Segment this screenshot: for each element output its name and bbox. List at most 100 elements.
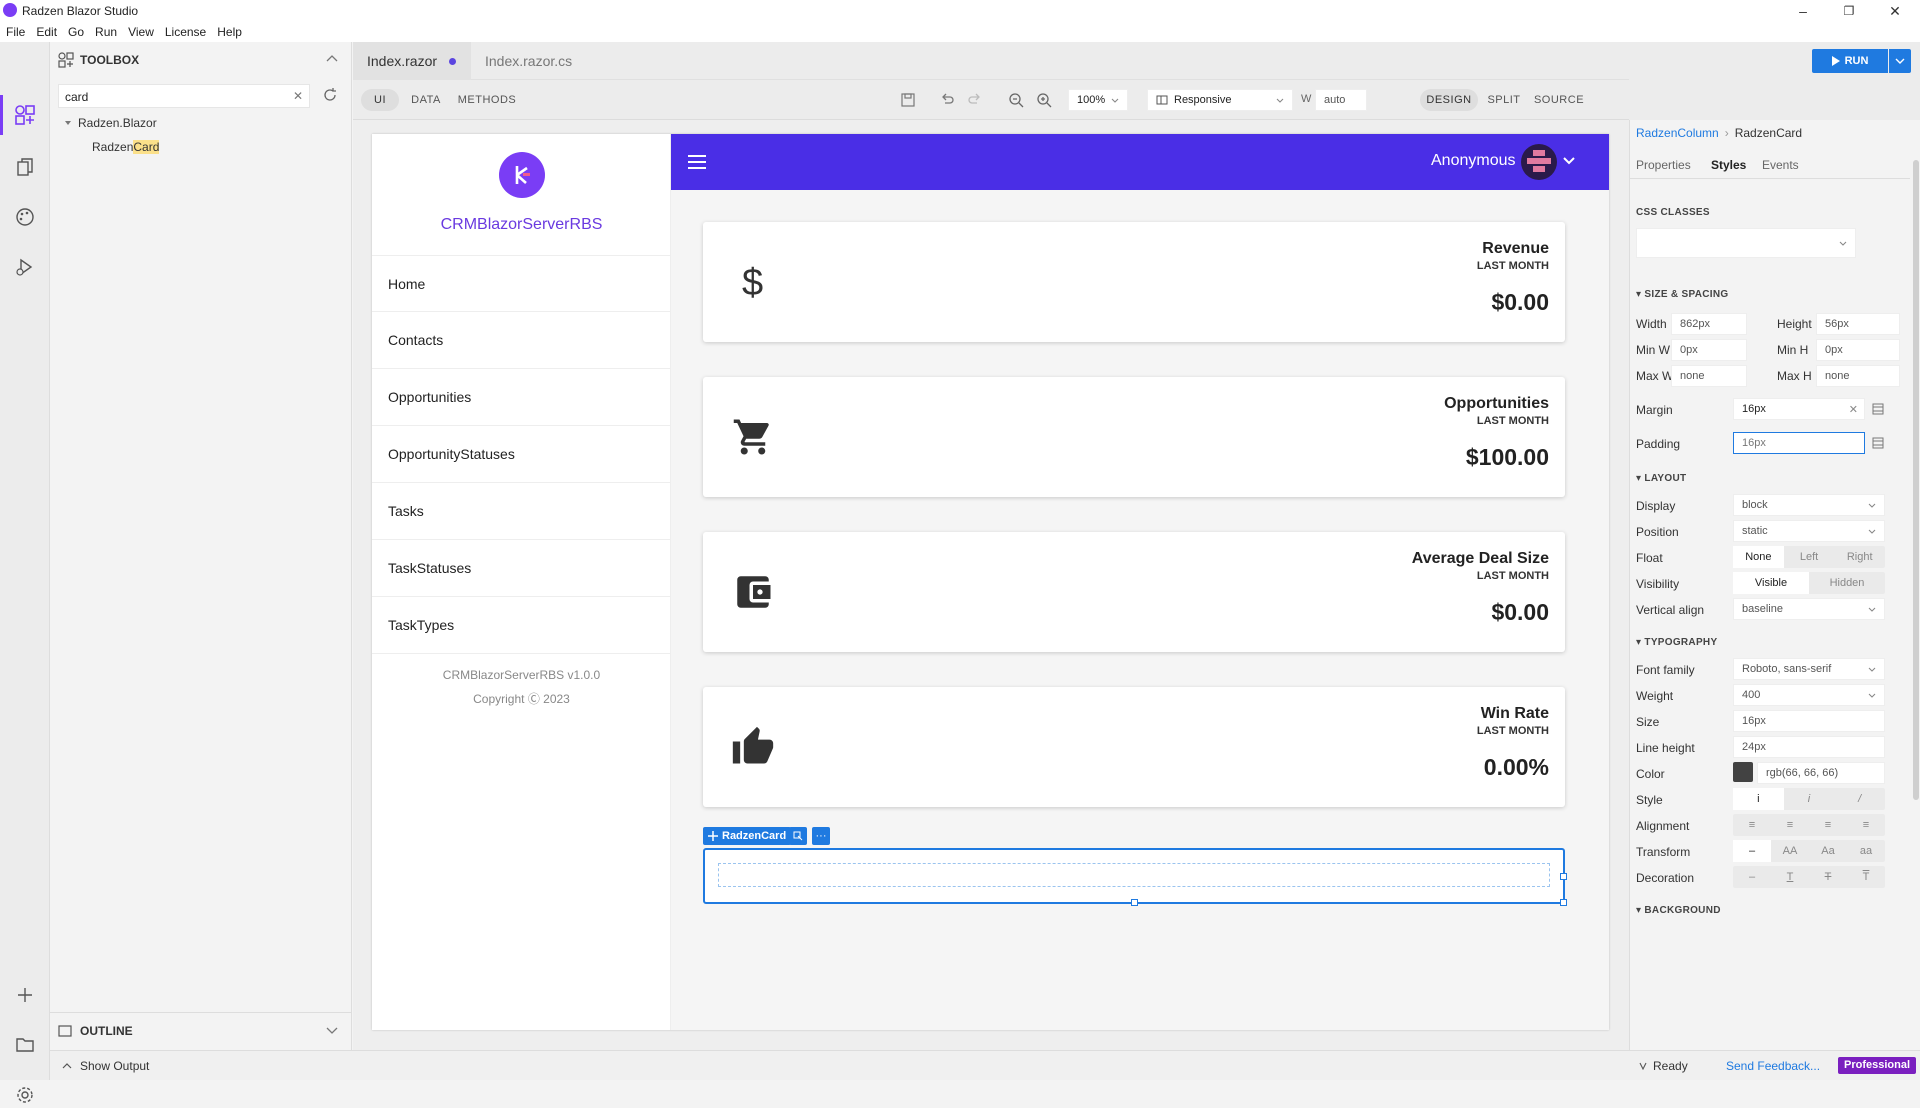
select-parent-icon[interactable] [789,827,807,845]
save-icon[interactable] [900,92,916,108]
font-family-select[interactable]: Roboto, sans-serif [1733,658,1885,680]
size-spacing-header[interactable]: ▾ SIZE & SPACING [1636,289,1728,300]
toolbox-icon[interactable] [12,102,38,128]
nav-opportunity-statuses[interactable]: OpportunityStatuses [372,426,671,483]
outline-header[interactable]: OUTLINE [50,1012,352,1048]
resize-handle-bottom[interactable] [1131,899,1138,906]
user-name[interactable]: Anonymous [1431,152,1516,170]
zoom-out-icon[interactable] [1008,92,1024,108]
nav-contacts[interactable]: Contacts [372,312,671,369]
mode-methods-button[interactable]: METHODS [455,89,519,111]
tab-properties[interactable]: Properties [1636,158,1691,172]
zoom-in-icon[interactable] [1036,92,1052,108]
menu-run[interactable]: Run [95,25,117,39]
average-deal-size-card[interactable]: Average Deal Size LAST MONTH $0.00 [703,532,1565,652]
user-avatar[interactable] [1521,144,1557,180]
theme-palette-icon[interactable] [12,204,38,230]
mode-data-button[interactable]: DATA [404,89,448,111]
properties-scrollbar[interactable] [1913,160,1919,800]
user-menu-chevron-icon[interactable] [1563,156,1575,166]
float-left[interactable]: Left [1784,546,1835,568]
minimize-button[interactable]: – [1780,0,1826,22]
transform-none[interactable]: – [1733,840,1771,862]
tab-index-razor-cs[interactable]: Index.razor.cs [471,42,586,80]
min-height-input[interactable]: 0px [1816,339,1900,361]
transform-capitalize[interactable]: Aa [1809,840,1847,862]
max-width-input[interactable]: none [1671,365,1747,387]
transform-uppercase[interactable]: AA [1771,840,1809,862]
card-drop-zone[interactable] [718,863,1550,887]
selected-component-tag[interactable]: RadzenCard [703,827,792,845]
tab-styles[interactable]: Styles [1711,158,1746,172]
close-button[interactable]: ✕ [1872,0,1918,22]
undo-icon[interactable] [939,92,955,108]
menu-edit[interactable]: Edit [36,25,57,39]
opportunities-card[interactable]: Opportunities LAST MONTH $100.00 [703,377,1565,497]
margin-expand-icon[interactable] [1871,402,1885,416]
maximize-button[interactable]: ❐ [1826,0,1872,22]
show-output-button[interactable]: Show Output [62,1059,149,1073]
color-input[interactable]: rgb(66, 66, 66) [1757,762,1885,784]
weight-select[interactable]: 400 [1733,684,1885,706]
toolbox-header[interactable]: TOOLBOX [50,42,352,78]
pages-icon[interactable] [12,154,38,180]
tree-root[interactable]: Radzen.Blazor [64,116,157,130]
align-right-icon[interactable]: ≡ [1809,814,1847,836]
breadcrumb-parent[interactable]: RadzenColumn [1636,126,1719,140]
nav-task-statuses[interactable]: TaskStatuses [372,540,671,597]
menu-view[interactable]: View [128,25,154,39]
vertical-align-select[interactable]: baseline [1733,598,1885,620]
layout-header[interactable]: ▾ LAYOUT [1636,473,1686,484]
align-justify-icon[interactable]: ≡ [1847,814,1885,836]
resize-handle-right[interactable] [1560,873,1567,880]
view-design-button[interactable]: DESIGN [1420,89,1478,111]
visibility-visible[interactable]: Visible [1733,572,1809,594]
toolbox-search-input[interactable]: card [58,84,310,108]
visibility-hidden[interactable]: Hidden [1809,572,1885,594]
menu-go[interactable]: Go [68,25,84,39]
line-height-input[interactable]: 24px [1733,736,1885,758]
decoration-strikethrough-icon[interactable]: T [1809,866,1847,888]
add-icon[interactable] [12,982,38,1008]
revenue-card[interactable]: $ Revenue LAST MONTH $0.00 [703,222,1565,342]
background-header[interactable]: ▾ BACKGROUND [1636,905,1721,916]
nav-task-types[interactable]: TaskTypes [372,597,671,654]
nav-tasks[interactable]: Tasks [372,483,671,540]
color-swatch[interactable] [1733,762,1753,782]
device-select[interactable]: Responsive [1147,89,1293,111]
float-right[interactable]: Right [1834,546,1885,568]
width-input[interactable]: auto [1315,89,1367,111]
menu-help[interactable]: Help [217,25,242,39]
tab-events[interactable]: Events [1762,158,1799,172]
win-rate-card[interactable]: Win Rate LAST MONTH 0.00% [703,687,1565,807]
align-center-icon[interactable]: ≡ [1771,814,1809,836]
decoration-underline-icon[interactable]: T [1771,866,1809,888]
decoration-none-icon[interactable]: – [1733,866,1771,888]
clear-search-icon[interactable]: ✕ [293,89,303,103]
selected-radzen-card[interactable] [703,848,1567,906]
css-classes-select[interactable] [1636,228,1856,258]
run-options-button[interactable] [1889,49,1911,73]
collapse-chevron-icon[interactable] [326,54,338,62]
min-width-input[interactable]: 0px [1671,339,1747,361]
more-options-icon[interactable]: ··· [812,827,830,845]
view-source-button[interactable]: SOURCE [1531,89,1587,111]
height-input[interactable]: 56px [1816,313,1900,335]
nav-home[interactable]: Home [372,255,671,312]
refresh-icon[interactable] [322,87,338,103]
view-split-button[interactable]: SPLIT [1482,89,1526,111]
padding-expand-icon[interactable] [1871,436,1885,450]
transform-lowercase[interactable]: aa [1847,840,1885,862]
open-folder-icon[interactable] [12,1032,38,1058]
run-debug-icon[interactable] [12,254,38,280]
settings-gear-icon[interactable] [12,1082,38,1108]
typography-header[interactable]: ▾ TYPOGRAPHY [1636,637,1717,648]
margin-input[interactable]: 16px ✕ [1733,398,1865,420]
decoration-overline-icon[interactable]: T [1847,866,1885,888]
tab-index-razor[interactable]: Index.razor [353,42,471,80]
style-oblique-icon[interactable]: / [1834,788,1885,810]
display-select[interactable]: block [1733,494,1885,516]
run-button[interactable]: RUN [1812,49,1888,73]
style-normal-icon[interactable]: i [1733,788,1784,810]
redo-icon[interactable] [967,92,983,108]
